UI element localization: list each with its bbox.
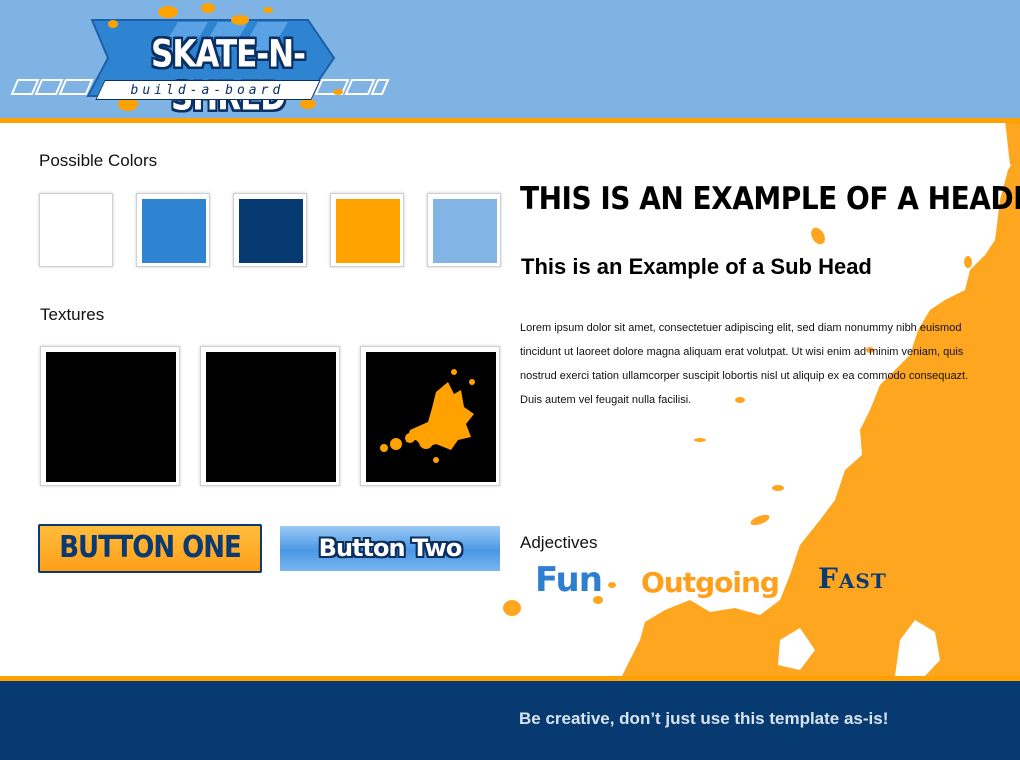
adjective-fast: Fast xyxy=(818,562,887,595)
texture-tile-3[interactable] xyxy=(360,346,500,486)
button-two[interactable]: Button Two xyxy=(280,526,500,571)
color-swatch-light-blue[interactable] xyxy=(427,193,501,267)
possible-colors-label: Possible Colors xyxy=(39,151,158,170)
splatter-texture-graphic xyxy=(380,369,475,463)
color-swatch-navy[interactable] xyxy=(233,193,307,267)
example-header: THIS IS AN EXAMPLE OF A HEADER xyxy=(520,180,1020,217)
texture-tile-1[interactable] xyxy=(40,346,180,486)
button-one-label: BUTTON ONE xyxy=(59,530,242,566)
body-paragraph: Lorem ipsum dolor sit amet, consectetuer… xyxy=(520,322,969,406)
logo-title: SKATE-N-SHRED xyxy=(151,32,306,119)
logo-tagline-text: build-a-board xyxy=(130,83,285,98)
footer: Be creative, don’t just use this templat… xyxy=(0,681,1020,760)
swatch-fill xyxy=(45,199,109,263)
swatch-fill xyxy=(239,199,303,263)
texture-preview xyxy=(46,352,176,482)
adjective-outgoing: Outgoing xyxy=(641,566,780,599)
adjectives-label: Adjectives xyxy=(520,533,598,552)
footer-text: Be creative, don’t just use this templat… xyxy=(519,709,889,728)
site-logo[interactable]: SKATE-N-SHRED build-a-board xyxy=(8,0,398,124)
button-one[interactable]: BUTTON ONE xyxy=(38,524,262,573)
textures-label: Textures xyxy=(40,305,105,324)
button-two-label: Button Two xyxy=(318,534,463,562)
swatch-fill xyxy=(336,199,400,263)
swatch-fill xyxy=(433,199,497,263)
color-swatch-white[interactable] xyxy=(39,193,113,267)
swatch-fill xyxy=(142,199,206,263)
texture-preview xyxy=(206,352,336,482)
texture-tile-2[interactable] xyxy=(200,346,340,486)
color-swatch-orange[interactable] xyxy=(330,193,404,267)
example-subhead: This is an Example of a Sub Head xyxy=(521,254,872,279)
color-swatch-blue[interactable] xyxy=(136,193,210,267)
adjective-fun: Fun xyxy=(535,560,603,600)
texture-preview xyxy=(366,352,496,482)
logo-tagline: build-a-board xyxy=(95,80,321,100)
